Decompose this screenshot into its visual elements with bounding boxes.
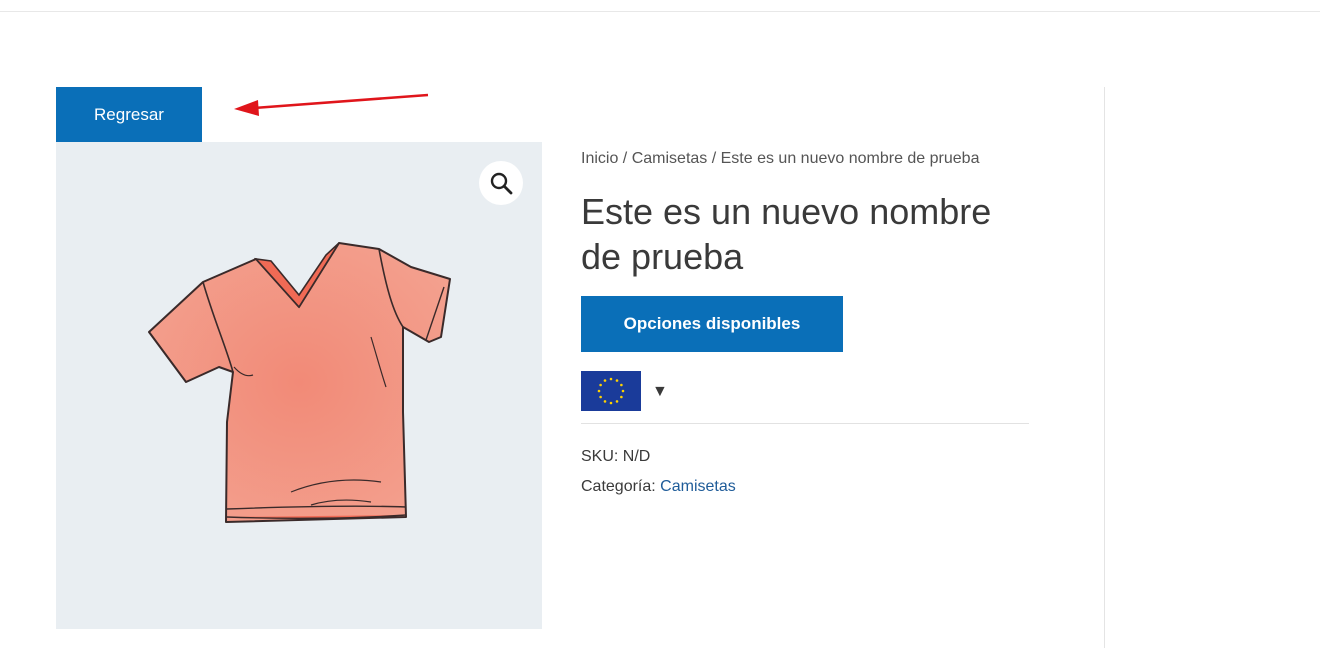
sku-label: SKU: (581, 448, 619, 465)
product-summary: Inicio / Camisetas / Este es un nuevo no… (581, 142, 1029, 496)
t-shirt-illustration (148, 242, 451, 523)
eu-flag-icon (581, 371, 641, 411)
product-sku: SKU: N/D (581, 448, 1029, 466)
language-switcher[interactable]: ▼ (581, 371, 1029, 411)
top-bar (0, 0, 1320, 12)
category-label: Categoría: (581, 478, 656, 495)
category-link[interactable]: Camisetas (660, 478, 736, 495)
product-category: Categoría: Camisetas (581, 478, 1029, 496)
options-button[interactable]: Opciones disponibles (581, 296, 843, 352)
zoom-button[interactable] (479, 161, 523, 205)
dropdown-caret-icon: ▼ (652, 383, 668, 400)
breadcrumb: Inicio / Camisetas / Este es un nuevo no… (581, 150, 1029, 168)
breadcrumb-home[interactable]: Inicio (581, 150, 618, 167)
breadcrumb-separator: / (707, 150, 721, 167)
breadcrumb-category[interactable]: Camisetas (632, 150, 708, 167)
annotation-arrow (234, 93, 429, 116)
divider (581, 423, 1029, 424)
sku-value: N/D (622, 448, 651, 465)
sidebar-divider (1104, 87, 1105, 648)
product-title: Este es un nuevo nombre de prueba (581, 191, 992, 277)
product-image (56, 142, 542, 629)
back-button[interactable]: Regresar (56, 87, 202, 142)
breadcrumb-current: Este es un nuevo nombre de prueba (720, 150, 980, 167)
magnifier-icon (490, 172, 513, 195)
breadcrumb-separator: / (618, 150, 632, 167)
